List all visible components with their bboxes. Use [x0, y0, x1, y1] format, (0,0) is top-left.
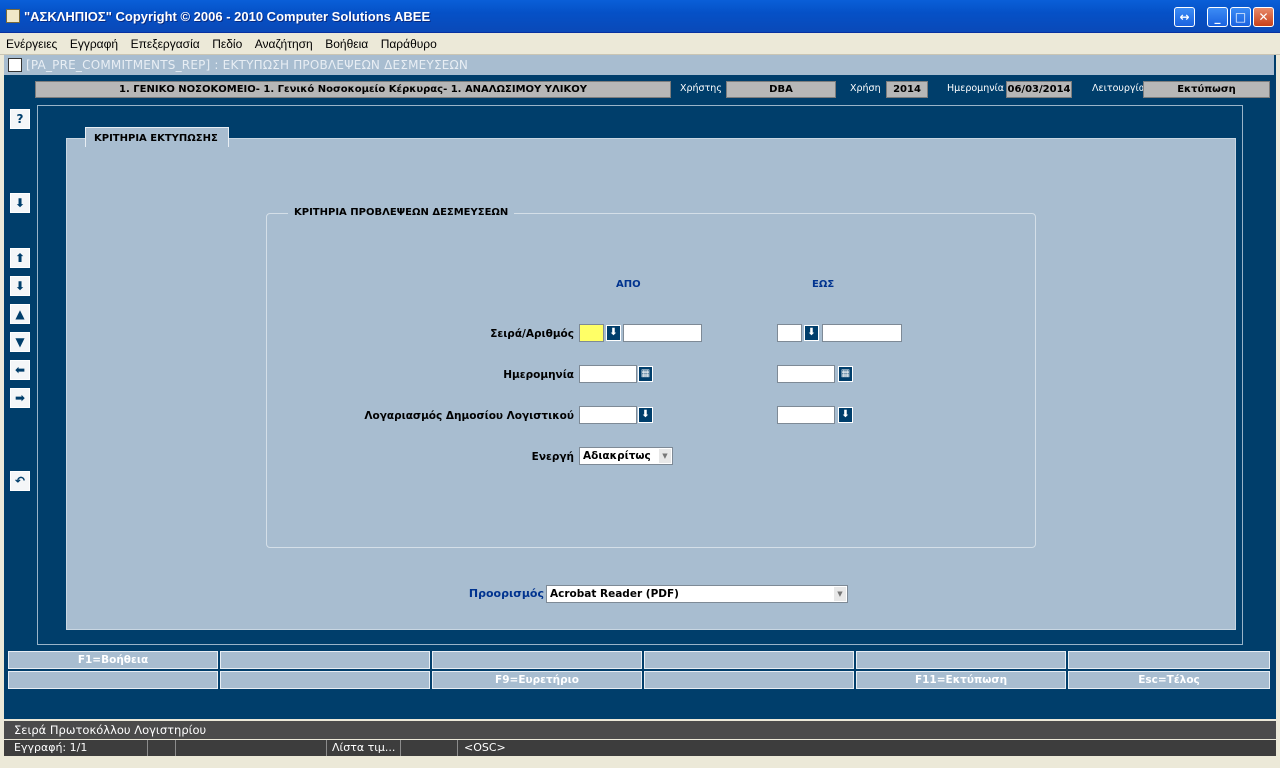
menu-help[interactable]: Βοήθεια: [319, 33, 371, 51]
record-indicator: Εγγραφή: 1/1: [14, 741, 88, 754]
maximize-icon[interactable]: □: [1230, 7, 1251, 27]
calendar-to-icon[interactable]: ▦: [838, 366, 853, 382]
active-select-value: Αδιακρίτως: [583, 450, 651, 462]
account-to-input[interactable]: [777, 406, 835, 424]
menu-window[interactable]: Παράθυρο: [375, 33, 440, 51]
date-from-input[interactable]: [579, 365, 637, 383]
date-row-label: Ημερομηνία: [503, 369, 574, 381]
number-to-input[interactable]: [822, 324, 902, 342]
app-area: [PA_PRE_COMMITMENTS_REP] : ΕΚΤΥΠΩΣΗ ΠΡΟΒ…: [4, 55, 1276, 719]
hint-line: Σειρά Πρωτοκόλλου Λογιστηρίου: [4, 721, 1276, 739]
fkey-blank-4[interactable]: [856, 651, 1066, 669]
triangle-up-icon[interactable]: ▲: [10, 304, 30, 324]
status-area: Σειρά Πρωτοκόλλου Λογιστηρίου Εγγραφή: 1…: [4, 719, 1276, 768]
destination-select-value: Acrobat Reader (PDF): [550, 588, 679, 600]
function-label: Λειτουργία: [1092, 83, 1146, 94]
status-divider: [457, 740, 458, 756]
window-title: "ΑΣΚΛΗΠΙΟΣ" Copyright © 2006 - 2010 Comp…: [24, 9, 431, 24]
menu-bar: Ενέργειες Εγγραφή Επεξεργασία Πεδίο Αναζ…: [0, 33, 1280, 55]
menu-field[interactable]: Πεδίο: [206, 33, 245, 51]
form-title-bar: [PA_PRE_COMMITMENTS_REP] : ΕΚΤΥΠΩΣΗ ΠΡΟΒ…: [4, 55, 1274, 75]
function-field: Εκτύπωση: [1143, 81, 1270, 98]
active-select[interactable]: Αδιακρίτως ▼: [579, 447, 673, 465]
status-divider: [326, 740, 327, 756]
status-bar: Εγγραφή: 1/1 Λίστα τιμ... <OSC>: [4, 740, 1276, 756]
undo-icon[interactable]: ↶: [10, 471, 30, 491]
user-field: DBA: [726, 81, 836, 98]
download-icon[interactable]: ⬇: [10, 193, 30, 213]
criteria-group-title: ΚΡΙΤΗΡΙΑ ΠΡΟΒΛΕΨΕΩΝ ΔΕΣΜΕΥΣΕΩΝ: [288, 207, 515, 218]
f9-index-button[interactable]: F9=Ευρετήριο: [432, 671, 642, 689]
menu-edit[interactable]: Επεξεργασία: [125, 33, 203, 51]
form-icon: [8, 58, 22, 72]
col-to-header: ΕΩΣ: [812, 279, 835, 290]
col-from-header: ΑΠΟ: [616, 279, 641, 290]
account-to-lov-icon[interactable]: ⬇: [838, 407, 853, 423]
chevron-down-icon[interactable]: ▼: [834, 587, 846, 601]
series-to-input[interactable]: [777, 324, 802, 342]
fkey-blank-2[interactable]: [432, 651, 642, 669]
date-label: Ημερομηνία: [947, 83, 1005, 94]
minimize-icon[interactable]: _: [1207, 7, 1228, 27]
destination-select[interactable]: Acrobat Reader (PDF) ▼: [546, 585, 848, 603]
status-divider: [147, 740, 148, 756]
fkey-blank-3[interactable]: [644, 651, 854, 669]
account-from-input[interactable]: [579, 406, 637, 424]
title-bar: "ΑΣΚΛΗΠΙΟΣ" Copyright © 2006 - 2010 Comp…: [0, 0, 1280, 33]
esc-end-button[interactable]: Esc=Τέλος: [1068, 671, 1270, 689]
fkey-blank-5[interactable]: [1068, 651, 1270, 669]
fkey-blank-6[interactable]: [8, 671, 218, 689]
arrow-right-icon[interactable]: ➡: [10, 388, 30, 408]
series-from-input[interactable]: [579, 324, 604, 342]
arrow-up-icon[interactable]: ⬆: [10, 248, 30, 268]
triangle-down-icon[interactable]: ▼: [10, 332, 30, 352]
arrow-left-icon[interactable]: ⬅: [10, 360, 30, 380]
f11-print-button[interactable]: F11=Εκτύπωση: [856, 671, 1066, 689]
user-label: Χρήστης: [680, 83, 722, 94]
menu-actions[interactable]: Ενέργειες: [0, 33, 60, 51]
menu-search[interactable]: Αναζήτηση: [249, 33, 316, 51]
status-divider: [175, 740, 176, 756]
close-icon[interactable]: ✕: [1253, 7, 1274, 27]
menu-record[interactable]: Εγγραφή: [64, 33, 121, 51]
year-label: Χρήση: [850, 83, 881, 94]
account-from-lov-icon[interactable]: ⬇: [638, 407, 653, 423]
series-to-lov-icon[interactable]: ⬇: [804, 325, 819, 341]
series-from-lov-icon[interactable]: ⬇: [606, 325, 621, 341]
restore-icon[interactable]: ↔: [1174, 7, 1195, 27]
status-divider: [400, 740, 401, 756]
osc-indicator: <OSC>: [464, 741, 506, 754]
active-label: Ενεργή: [531, 451, 574, 463]
help-icon[interactable]: ?: [10, 109, 30, 129]
date-to-input[interactable]: [777, 365, 835, 383]
f1-help-button[interactable]: F1=Βοήθεια: [8, 651, 218, 669]
chevron-down-icon[interactable]: ▼: [659, 449, 671, 463]
series-label: Σειρά/Αριθμός: [490, 328, 574, 340]
number-from-input[interactable]: [623, 324, 702, 342]
date-field: 06/03/2014: [1006, 81, 1072, 98]
list-indicator: Λίστα τιμ...: [332, 741, 396, 754]
fkey-blank-1[interactable]: [220, 651, 430, 669]
account-label: Λογαριασμός Δημοσίου Λογιστικού: [364, 410, 574, 422]
calendar-from-icon[interactable]: ▦: [638, 366, 653, 382]
org-field: 1. ΓΕΝΙΚΟ ΝΟΣΟΚΟΜΕΙΟ- 1. Γενικό Νοσοκομε…: [35, 81, 671, 98]
year-field: 2014: [886, 81, 928, 98]
destination-label: Προορισμός: [468, 587, 544, 600]
tab-print-criteria[interactable]: ΚΡΙΤΗΡΙΑ ΕΚΤΥΠΩΣΗΣ: [85, 127, 229, 147]
app-icon: [6, 9, 20, 23]
arrow-down-icon[interactable]: ⬇: [10, 276, 30, 296]
form-title: [PA_PRE_COMMITMENTS_REP] : ΕΚΤΥΠΩΣΗ ΠΡΟΒ…: [26, 58, 469, 72]
fkey-blank-7[interactable]: [220, 671, 430, 689]
fkey-blank-8[interactable]: [644, 671, 854, 689]
